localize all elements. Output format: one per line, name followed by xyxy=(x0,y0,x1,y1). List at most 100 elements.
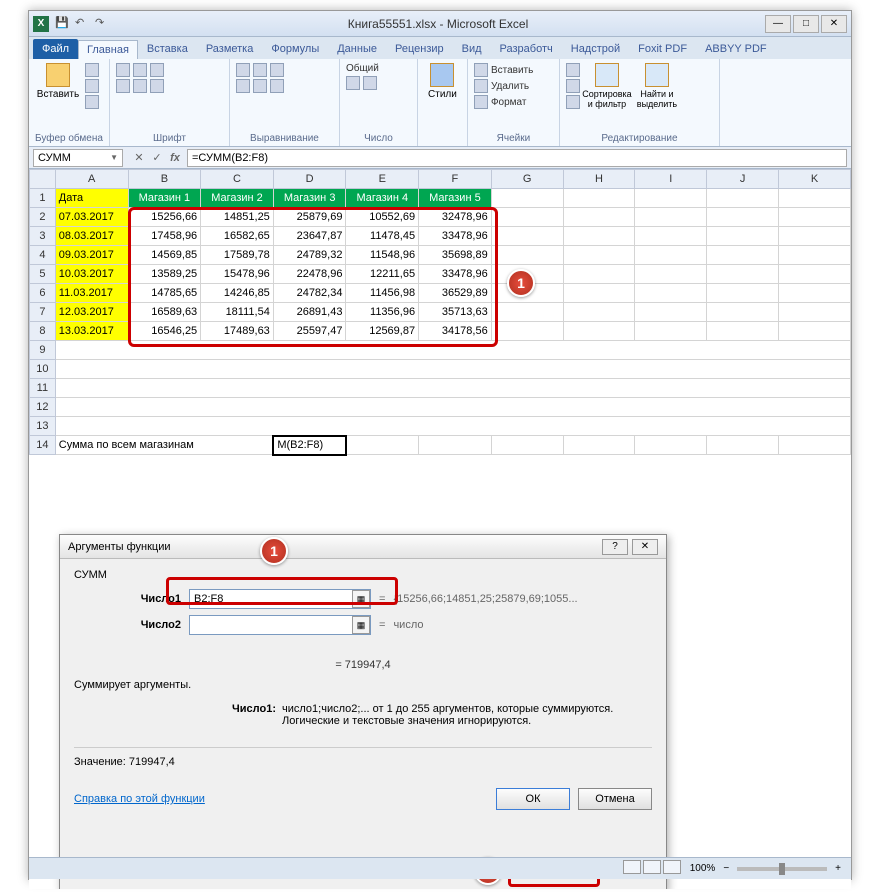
cell[interactable] xyxy=(779,246,851,265)
cell[interactable]: Дата xyxy=(55,189,128,208)
cell[interactable]: 09.03.2017 xyxy=(55,246,128,265)
cell[interactable] xyxy=(707,246,779,265)
tab-formulas[interactable]: Формулы xyxy=(262,39,328,59)
row-header[interactable]: 8 xyxy=(30,322,56,341)
paste-button[interactable]: Вставить xyxy=(35,63,81,100)
tab-review[interactable]: Рецензир xyxy=(386,39,453,59)
col-header-E[interactable]: E xyxy=(346,170,419,189)
col-header-B[interactable]: B xyxy=(128,170,201,189)
cell[interactable] xyxy=(707,303,779,322)
row-header[interactable]: 13 xyxy=(30,417,56,436)
cell[interactable]: 08.03.2017 xyxy=(55,227,128,246)
zoom-level[interactable]: 100% xyxy=(690,863,716,874)
col-header-J[interactable]: J xyxy=(707,170,779,189)
copy-icon[interactable] xyxy=(85,79,99,93)
cell[interactable] xyxy=(55,379,850,398)
save-icon[interactable]: 💾 xyxy=(55,16,71,32)
cell[interactable] xyxy=(635,208,707,227)
cell[interactable]: 13589,25 xyxy=(128,265,201,284)
cell[interactable]: 14785,65 xyxy=(128,284,201,303)
tab-addins[interactable]: Надстрой xyxy=(562,39,629,59)
align-left-icon[interactable] xyxy=(236,79,250,93)
cell[interactable]: 16546,25 xyxy=(128,322,201,341)
cell[interactable] xyxy=(635,189,707,208)
col-header-K[interactable]: K xyxy=(779,170,851,189)
cell[interactable] xyxy=(635,246,707,265)
col-header-I[interactable]: I xyxy=(635,170,707,189)
fill-icon[interactable] xyxy=(566,79,580,93)
align-right-icon[interactable] xyxy=(270,79,284,93)
ok-button[interactable]: ОК xyxy=(496,788,570,810)
fx-icon[interactable]: fx xyxy=(167,150,183,166)
cell[interactable]: 13.03.2017 xyxy=(55,322,128,341)
align-mid-icon[interactable] xyxy=(253,63,267,77)
cell[interactable]: Магазин 5 xyxy=(419,189,492,208)
cell[interactable]: 34178,56 xyxy=(419,322,492,341)
cell[interactable] xyxy=(491,227,563,246)
row-header[interactable]: 3 xyxy=(30,227,56,246)
tab-data[interactable]: Данные xyxy=(328,39,386,59)
cell[interactable] xyxy=(491,303,563,322)
arg2-ref-button[interactable]: ▦ xyxy=(352,616,370,634)
dialog-close-button[interactable]: ✕ xyxy=(632,539,658,555)
format-cells-button[interactable]: Формат xyxy=(474,95,533,109)
cell[interactable] xyxy=(707,227,779,246)
select-all-corner[interactable] xyxy=(30,170,56,189)
cell[interactable]: 15256,66 xyxy=(128,208,201,227)
dialog-titlebar[interactable]: Аргументы функции ? ✕ xyxy=(60,535,666,559)
cell[interactable] xyxy=(779,322,851,341)
row-header[interactable]: 6 xyxy=(30,284,56,303)
col-header-G[interactable]: G xyxy=(491,170,563,189)
col-header-H[interactable]: H xyxy=(563,170,635,189)
row-header[interactable]: 11 xyxy=(30,379,56,398)
tab-file[interactable]: Файл xyxy=(33,39,78,59)
cell[interactable]: 16582,65 xyxy=(201,227,274,246)
cell[interactable] xyxy=(563,265,635,284)
cell[interactable] xyxy=(55,417,850,436)
sum-label-cell[interactable]: Сумма по всем магазинам xyxy=(55,436,273,455)
cell[interactable]: Магазин 1 xyxy=(128,189,201,208)
zoom-in-button[interactable]: + xyxy=(835,863,841,874)
cell[interactable] xyxy=(491,208,563,227)
row-header[interactable]: 5 xyxy=(30,265,56,284)
cell[interactable]: 32478,96 xyxy=(419,208,492,227)
cell[interactable] xyxy=(707,208,779,227)
format-painter-icon[interactable] xyxy=(85,95,99,109)
cell[interactable] xyxy=(563,436,635,455)
clear-icon[interactable] xyxy=(566,95,580,109)
tab-view[interactable]: Вид xyxy=(453,39,491,59)
cell[interactable]: 11456,98 xyxy=(346,284,419,303)
cell[interactable]: 10552,69 xyxy=(346,208,419,227)
view-buttons[interactable] xyxy=(622,860,682,877)
cell[interactable]: 25597,47 xyxy=(273,322,346,341)
cell[interactable]: 17489,63 xyxy=(201,322,274,341)
cell[interactable]: 12.03.2017 xyxy=(55,303,128,322)
accept-formula-icon[interactable]: ✓ xyxy=(149,150,165,166)
cell[interactable] xyxy=(346,436,419,455)
cell[interactable]: 17589,78 xyxy=(201,246,274,265)
cell[interactable] xyxy=(779,303,851,322)
cell[interactable] xyxy=(491,246,563,265)
cell[interactable] xyxy=(635,322,707,341)
row-header[interactable]: 10 xyxy=(30,360,56,379)
cell[interactable]: 15478,96 xyxy=(201,265,274,284)
close-button[interactable]: ✕ xyxy=(821,15,847,33)
cell[interactable] xyxy=(779,227,851,246)
fill-color-icon[interactable] xyxy=(133,79,147,93)
arg1-ref-button[interactable]: ▦ xyxy=(352,590,370,608)
cell[interactable] xyxy=(779,208,851,227)
cell[interactable]: 07.03.2017 xyxy=(55,208,128,227)
dialog-help-button[interactable]: ? xyxy=(602,539,628,555)
tab-foxit[interactable]: Foxit PDF xyxy=(629,39,696,59)
autosum-icon[interactable] xyxy=(566,63,580,77)
cell[interactable]: 14851,25 xyxy=(201,208,274,227)
cell[interactable]: 35698,89 xyxy=(419,246,492,265)
cell[interactable]: 33478,96 xyxy=(419,265,492,284)
align-top-icon[interactable] xyxy=(236,63,250,77)
undo-icon[interactable]: ↶ xyxy=(75,16,91,32)
insert-cells-button[interactable]: Вставить xyxy=(474,63,533,77)
cell[interactable] xyxy=(779,189,851,208)
row-header[interactable]: 7 xyxy=(30,303,56,322)
cell[interactable]: 35713,63 xyxy=(419,303,492,322)
col-header-A[interactable]: A xyxy=(55,170,128,189)
